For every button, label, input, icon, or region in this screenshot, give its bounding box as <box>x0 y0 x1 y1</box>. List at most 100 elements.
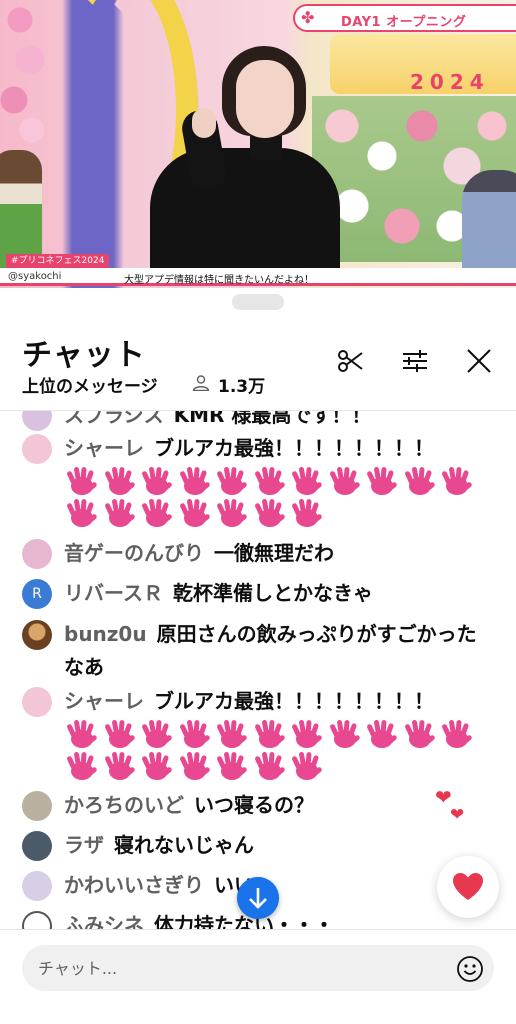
waving-hand-icon <box>64 497 100 529</box>
message-text: 体力持たない・・・ <box>154 913 334 929</box>
waving-hand-icon <box>102 718 138 750</box>
waving-hand-icon <box>139 465 175 497</box>
settings-sliders-icon[interactable] <box>400 346 430 376</box>
drag-handle[interactable] <box>232 294 284 310</box>
stage-flowers-left <box>0 0 46 150</box>
host-face <box>236 60 294 138</box>
message-text: 乾杯準備しとかなきゃ <box>173 581 373 605</box>
avatar <box>22 911 52 929</box>
chat-message: シャーレ ブルアカ最強！！！！！！！！ <box>22 685 482 782</box>
message-author: スプラシス <box>64 411 164 427</box>
message-text: いつ寝るの？ <box>194 793 314 817</box>
waving-hand-icon <box>327 465 363 497</box>
waving-hand-emoji-row <box>64 465 482 529</box>
chat-message: R リバースＲ 乾杯準備しとかなきゃ <box>22 577 482 610</box>
message-text: ブルアカ最強！！！！！！！！ <box>154 436 434 460</box>
chat-message: シャーレ ブルアカ最強！！！！！！！！ <box>22 432 482 529</box>
waving-hand-icon <box>214 497 250 529</box>
waving-hand-icon <box>327 718 363 750</box>
waving-hand-icon <box>252 718 288 750</box>
video-player[interactable]: 2024 ✤ DAY1 オープニング #プリコネフェス2024 @syakoch… <box>0 0 516 288</box>
guest-right <box>462 170 516 280</box>
waving-hand-icon <box>364 465 400 497</box>
event-logo-year: 2024 <box>410 70 490 94</box>
message-author: リバースＲ <box>64 581 163 605</box>
scissors-icon[interactable] <box>336 346 366 376</box>
viewer-count: 1.3万 <box>218 377 266 397</box>
chat-input[interactable] <box>38 945 438 991</box>
message-author: シャーレ <box>64 436 144 460</box>
waving-hand-icon <box>252 750 288 782</box>
hashtag-tag: #プリコネフェス2024 <box>6 254 110 268</box>
waving-hand-icon <box>252 497 288 529</box>
waving-hand-icon <box>214 465 250 497</box>
chat-panel: チャット 上位のメッセージ 1.3万 スプラシス KMR 様最高です！！ シャーレ… <box>0 288 516 1024</box>
chat-message: かろちのいど いつ寝るの？ <box>22 789 482 822</box>
waving-hand-icon <box>177 750 213 782</box>
clover-icon: ✤ <box>301 8 315 27</box>
message-text: ブルアカ最強！！！！！！！！ <box>154 689 434 713</box>
waving-hand-icon <box>252 465 288 497</box>
waving-hand-icon <box>64 718 100 750</box>
waving-hand-emoji-row <box>64 718 482 782</box>
waving-hand-icon <box>289 750 325 782</box>
host-body <box>150 148 340 278</box>
emoji-picker-icon[interactable] <box>456 955 484 983</box>
waving-hand-icon <box>64 750 100 782</box>
waving-hand-icon <box>139 497 175 529</box>
waving-hand-icon <box>439 465 475 497</box>
chat-mode-selector[interactable]: 上位のメッセージ <box>22 372 158 397</box>
waving-hand-icon <box>102 497 138 529</box>
message-author: シャーレ <box>64 689 144 713</box>
message-author: bunz0u <box>64 622 147 646</box>
heart-reaction-button[interactable] <box>437 856 499 918</box>
avatar <box>22 791 52 821</box>
input-divider <box>0 929 516 930</box>
segment-banner: ✤ DAY1 オープニング <box>293 4 516 32</box>
waving-hand-icon <box>289 497 325 529</box>
waving-hand-icon <box>214 718 250 750</box>
waving-hand-icon <box>402 718 438 750</box>
video-caption: 大型アプデ情報は特に聞きたいんだよね！ <box>124 275 314 286</box>
waving-hand-icon <box>289 465 325 497</box>
waving-hand-icon <box>177 497 213 529</box>
chat-input-container <box>22 945 494 991</box>
segment-banner-text: DAY1 オープニング <box>341 15 467 30</box>
avatar <box>22 871 52 901</box>
avatar <box>22 687 52 717</box>
message-text: KMR 様最高です！！ <box>173 411 372 427</box>
waving-hand-icon <box>289 718 325 750</box>
chat-message: スプラシス KMR 様最高です！！ <box>22 411 482 432</box>
waving-hand-icon <box>402 465 438 497</box>
chat-message: bunz0u 原田さんの飲みっぷりがすごかったなあ <box>22 618 482 684</box>
waving-hand-icon <box>364 718 400 750</box>
avatar <box>22 539 52 569</box>
message-author: かろちのいど <box>64 793 184 817</box>
chat-message: 音ゲーのんびり 一徹無理だわ <box>22 537 482 570</box>
chat-title: チャット <box>22 338 146 373</box>
message-text: 寝れないじゃん <box>114 833 254 857</box>
avatar <box>22 831 52 861</box>
avatar <box>22 434 52 464</box>
waving-hand-icon <box>102 750 138 782</box>
close-icon[interactable] <box>464 346 494 376</box>
waving-hand-icon <box>64 465 100 497</box>
avatar <box>22 411 52 431</box>
host-hand <box>192 108 216 138</box>
scroll-to-bottom-button[interactable] <box>237 877 279 919</box>
avatar <box>22 620 52 650</box>
viewer-icon <box>192 375 210 391</box>
chat-message: ラザ 寝れないじゃん <box>22 829 482 862</box>
waving-hand-icon <box>102 465 138 497</box>
message-author: かわいいさぎり <box>64 873 204 897</box>
waving-hand-icon <box>177 465 213 497</box>
waving-hand-icon <box>139 718 175 750</box>
message-author: 音ゲーのんびり <box>64 541 204 565</box>
heart-icon <box>453 873 483 900</box>
guest-left <box>0 150 42 270</box>
avatar: R <box>22 579 52 609</box>
handle-tag: @syakochi <box>8 271 62 282</box>
message-list[interactable]: スプラシス KMR 様最高です！！ シャーレ ブルアカ最強！！！！！！！！ 音ゲーの… <box>0 411 516 929</box>
message-author: ふみシネ <box>64 913 144 929</box>
waving-hand-icon <box>177 718 213 750</box>
